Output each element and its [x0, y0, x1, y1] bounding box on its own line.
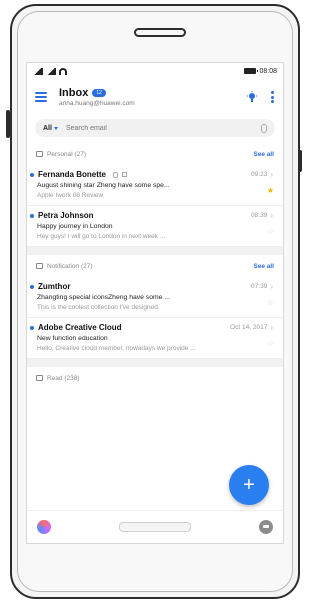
- see-all-link[interactable]: See all: [253, 151, 274, 158]
- chevron-down-icon: [53, 126, 58, 130]
- chevron-right-icon: ›: [270, 282, 273, 291]
- chevron-right-icon: ›: [270, 170, 273, 179]
- see-all-link[interactable]: See all: [253, 263, 274, 270]
- section-divider: [27, 359, 283, 367]
- signal-icon: [46, 67, 56, 75]
- section-header-personal: Personal (27) See all: [27, 143, 283, 165]
- unread-dot: [30, 325, 34, 330]
- menu-icon[interactable]: [35, 92, 47, 102]
- section-header-read[interactable]: Read (238): [27, 367, 283, 389]
- chevron-right-icon: ›: [270, 211, 273, 220]
- mail-subject: Happy journey in London: [37, 223, 113, 230]
- star-icon[interactable]: ☆: [267, 227, 274, 236]
- unread-dot: [30, 284, 34, 289]
- flag-icon: [122, 172, 128, 177]
- star-icon[interactable]: ☆: [267, 298, 274, 307]
- power-button: [298, 150, 302, 172]
- section-label: Personal (27): [47, 150, 87, 158]
- wifi-icon: [59, 67, 67, 75]
- star-icon[interactable]: ★: [267, 186, 274, 195]
- phone-screen: 08:08 Inbox 12 anna.huang@huawei.com All: [26, 62, 284, 544]
- unread-dot: [30, 213, 34, 218]
- volume-button: [6, 110, 10, 138]
- section-label: Notification (27): [47, 262, 93, 270]
- status-bar: 08:08: [27, 63, 283, 79]
- mail-date: 09:23: [251, 171, 268, 178]
- mail-sender: Petra Johnson: [38, 211, 94, 220]
- mail-sender: Adobe Creative Cloud: [38, 323, 122, 332]
- mail-item[interactable]: Adobe Creative Cloud Oct 14, 2017 › New f…: [27, 318, 283, 359]
- search-bar[interactable]: All: [35, 119, 275, 137]
- chat-icon[interactable]: [259, 520, 273, 534]
- section-divider: [27, 247, 283, 255]
- mail-date: Oct 14, 2017: [230, 324, 268, 331]
- section-label: Read (238): [47, 374, 80, 382]
- app-bar: Inbox 12 anna.huang@huawei.com: [27, 79, 283, 115]
- star-icon[interactable]: ☆: [267, 339, 274, 348]
- mail-item[interactable]: Zumthor 07:39 › Zhangting special iconsZh…: [27, 277, 283, 318]
- speaker-grille: [134, 28, 186, 37]
- mail-preview: Hey guys! I will go to London in next we…: [37, 233, 166, 240]
- bottom-bar: [27, 510, 283, 543]
- compose-button[interactable]: +: [229, 465, 269, 505]
- mail-sender: Fernanda Bonette: [38, 170, 107, 179]
- more-vertical-icon[interactable]: [271, 91, 274, 103]
- assistant-icon[interactable]: [37, 520, 51, 534]
- unread-count-badge: 12: [92, 89, 106, 97]
- bulb-icon[interactable]: [247, 91, 257, 103]
- mail-preview: Apple Iwork 08 Review: [37, 192, 104, 199]
- battery-icon: [244, 68, 259, 74]
- filter-dropdown[interactable]: All: [43, 125, 58, 132]
- attachment-icon: [113, 171, 119, 178]
- chevron-right-icon: ›: [270, 323, 273, 332]
- mail-date: 08:39: [251, 212, 268, 219]
- gesture-handle[interactable]: [119, 522, 191, 532]
- mail-subject: New function education: [37, 335, 108, 342]
- account-email[interactable]: anna.huang@huawei.com: [59, 100, 135, 107]
- mail-date: 07:39: [251, 283, 268, 290]
- signal-icon: [33, 67, 43, 75]
- filter-label: All: [43, 124, 52, 132]
- mail-preview: This is the coolest collection I've desi…: [37, 304, 160, 311]
- mail-sender: Zumthor: [38, 282, 71, 291]
- mail-subject: August shining star Zheng have some spe.…: [37, 182, 170, 189]
- mail-subject: Zhangting special iconsZheng have some .…: [37, 294, 170, 301]
- section-header-notification: Notification (27) See all: [27, 255, 283, 277]
- bell-icon: [36, 263, 43, 269]
- mail-preview: Hello, Creative cloud member, nowadays w…: [37, 345, 196, 352]
- status-time: 08:08: [259, 67, 277, 75]
- envelope-open-icon: [36, 375, 43, 381]
- page-title: Inbox: [59, 87, 89, 99]
- mail-item[interactable]: Petra Johnson 08:39 › Happy journey in Lo…: [27, 206, 283, 247]
- person-icon: [36, 151, 43, 157]
- search-input[interactable]: [63, 123, 261, 133]
- unread-dot: [30, 172, 34, 177]
- mail-item[interactable]: Fernanda Bonette 09:23 › August shining s…: [27, 165, 283, 206]
- microphone-icon[interactable]: [261, 123, 267, 133]
